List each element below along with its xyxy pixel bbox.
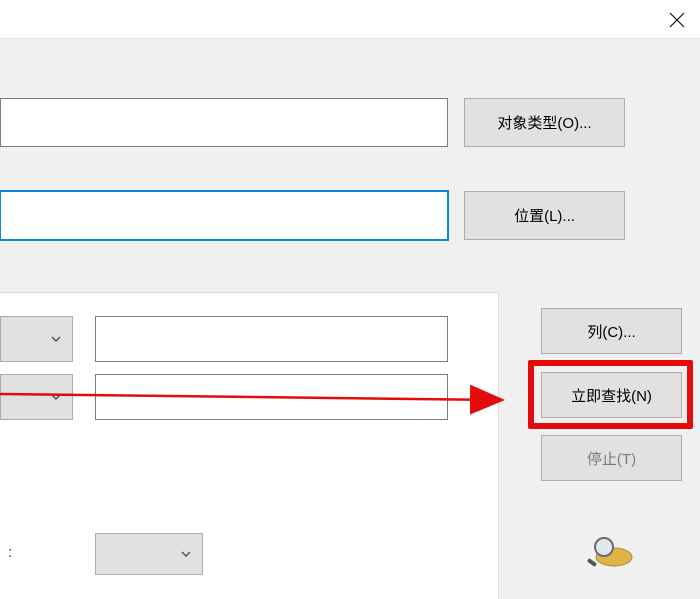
title-bar — [0, 0, 700, 39]
find-illustration-icon — [584, 533, 634, 569]
object-type-button[interactable]: 对象类型(O)... — [464, 98, 625, 147]
chevron-down-icon — [180, 548, 192, 560]
close-icon — [668, 11, 686, 29]
location-button-label: 位置(L)... — [514, 205, 575, 226]
stop-button[interactable]: 停止(T) — [541, 435, 682, 481]
chevron-down-icon — [50, 333, 62, 345]
stop-button-label: 停止(T) — [587, 448, 636, 469]
filter-dropdown-1[interactable] — [0, 316, 73, 362]
columns-button[interactable]: 列(C)... — [541, 308, 682, 354]
location-input[interactable] — [0, 191, 448, 240]
filter-dropdown-3[interactable] — [95, 533, 203, 575]
colon-label: : — [8, 544, 12, 561]
find-now-button-label: 立即查找(N) — [571, 385, 652, 406]
object-type-input[interactable] — [0, 98, 448, 147]
close-button[interactable] — [665, 8, 689, 32]
find-now-button[interactable]: 立即查找(N) — [541, 372, 682, 418]
columns-button-label: 列(C)... — [587, 321, 635, 342]
filter-text-1[interactable] — [95, 316, 448, 362]
filter-dropdown-2[interactable] — [0, 374, 73, 420]
object-type-button-label: 对象类型(O)... — [497, 112, 591, 133]
location-button[interactable]: 位置(L)... — [464, 191, 625, 240]
chevron-down-icon — [50, 391, 62, 403]
filter-text-2[interactable] — [95, 374, 448, 420]
